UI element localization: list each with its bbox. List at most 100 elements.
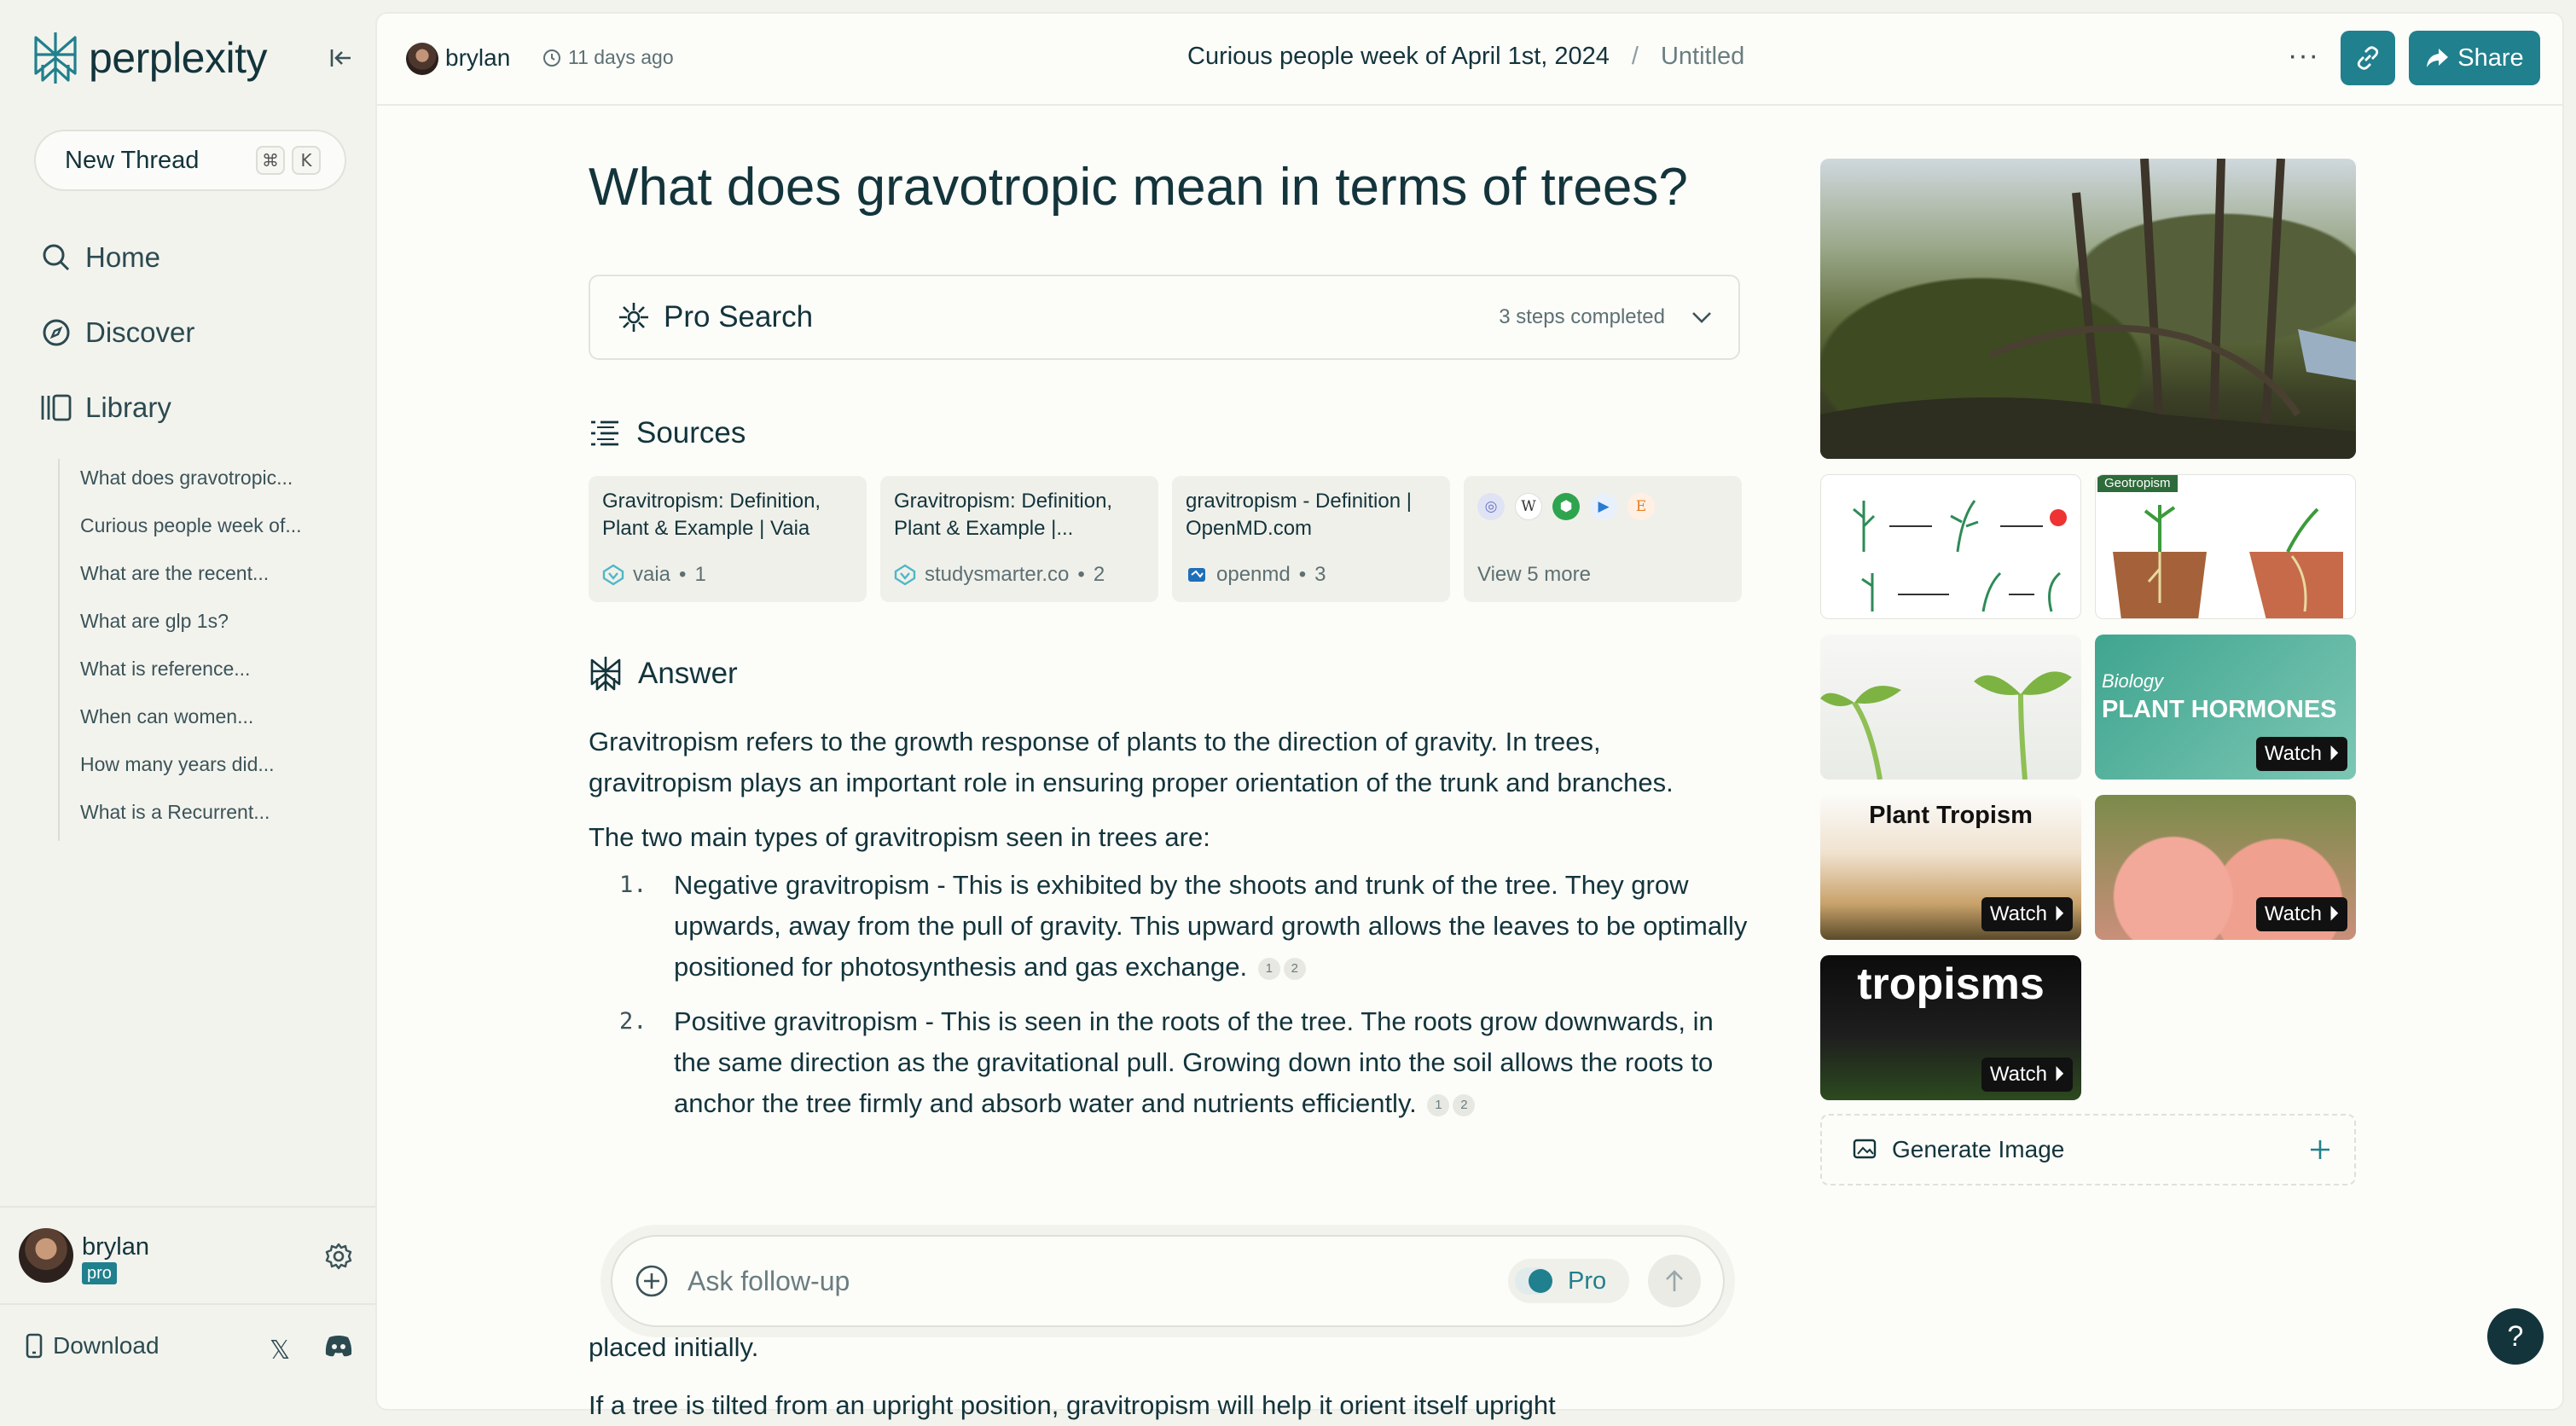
- library-thread-item[interactable]: What are glp 1s?: [80, 602, 302, 650]
- source-title: Gravitropism: Definition, Plant & Exampl…: [602, 490, 821, 540]
- source-card[interactable]: Gravitropism: Definition, Plant & Exampl…: [589, 476, 867, 602]
- seedling-image: [1820, 671, 2072, 780]
- media-tile[interactable]: Plant Tropism Watch ⏵: [1820, 795, 2081, 940]
- source-site: openmd: [1216, 563, 1291, 586]
- play-circle-icon: ⏵: [2054, 1063, 2064, 1086]
- watch-label: Watch: [1989, 1063, 2047, 1086]
- globe-favicon-icon: ◎: [1477, 493, 1505, 520]
- tile-title: PLANT HORMONES: [2102, 696, 2337, 723]
- author-name[interactable]: brylan: [445, 44, 510, 72]
- collapse-icon: [330, 49, 351, 67]
- library-thread-item[interactable]: When can women...: [80, 698, 302, 745]
- answer-list-item: 1. Negative gravitropism - This is exhib…: [589, 865, 1749, 988]
- new-thread-label: New Thread: [65, 146, 200, 174]
- settings-gear-icon[interactable]: [324, 1242, 353, 1271]
- more-options-button[interactable]: ···: [2288, 39, 2319, 72]
- share-button[interactable]: Share: [2409, 31, 2540, 85]
- view-more-sources-card[interactable]: ◎ W ⬢ ▶ E View 5 more: [1464, 476, 1742, 602]
- pro-toggle[interactable]: Pro: [1508, 1259, 1629, 1303]
- user-name: brylan: [82, 1233, 149, 1261]
- pro-toggle-switch: [1515, 1267, 1552, 1295]
- answer-lead: The two main types of gravitropism seen …: [589, 822, 1210, 852]
- user-profile[interactable]: brylan pro: [0, 1206, 375, 1305]
- answer-heading-label: Answer: [638, 657, 738, 690]
- media-tile[interactable]: Biology PLANT HORMONES Watch ⏵: [2095, 635, 2356, 780]
- list-number: 2.: [619, 1008, 647, 1035]
- citation-badge[interactable]: 2: [1283, 958, 1306, 980]
- library-thread-item[interactable]: What is a Recurrent...: [80, 793, 302, 841]
- list-number: 1.: [619, 872, 647, 898]
- watch-label: Watch: [2264, 902, 2322, 925]
- link-icon: [2357, 46, 2379, 70]
- nav-home-label: Home: [85, 241, 161, 273]
- source-meta: openmd • 3: [1186, 563, 1326, 587]
- watch-button[interactable]: Watch ⏵: [1981, 897, 2073, 931]
- chevron-down-icon[interactable]: [1691, 310, 1713, 324]
- answer-perplexity-icon: [590, 657, 621, 691]
- pro-toggle-label: Pro: [1568, 1267, 1607, 1295]
- answer-partial-line: If a tree is tilted from an upright posi…: [589, 1390, 1556, 1420]
- library-thread-item[interactable]: What are the recent...: [80, 554, 302, 602]
- media-tile[interactable]: [1820, 474, 2081, 619]
- media-tile[interactable]: [1820, 635, 2081, 780]
- new-thread-button[interactable]: New Thread ⌘ K: [34, 130, 346, 191]
- followup-input[interactable]: Ask follow-up: [688, 1266, 1508, 1297]
- nav-library-label: Library: [85, 391, 171, 423]
- collapse-sidebar-button[interactable]: [324, 43, 358, 73]
- media-tile[interactable]: tropisms Watch ⏵: [1820, 955, 2081, 1100]
- logo[interactable]: perplexity: [31, 31, 268, 85]
- pro-search-title: Pro Search: [664, 300, 814, 333]
- search-icon: [39, 241, 73, 275]
- source-number: 3: [1314, 563, 1326, 586]
- citation-badge[interactable]: 2: [1453, 1094, 1476, 1116]
- source-site: studysmarter.co: [925, 563, 1070, 586]
- download-button[interactable]: Download: [26, 1332, 160, 1359]
- author-avatar[interactable]: [406, 43, 438, 75]
- collection-link[interactable]: Curious people week of April 1st, 2024: [1187, 43, 1610, 71]
- wikipedia-favicon-icon: W: [1515, 493, 1542, 520]
- watch-button[interactable]: Watch ⏵: [2255, 737, 2347, 771]
- citation-badge[interactable]: 1: [1257, 958, 1280, 980]
- watch-button[interactable]: Watch ⏵: [2255, 897, 2347, 931]
- thread-title[interactable]: Untitled: [1661, 43, 1744, 71]
- library-thread-item[interactable]: What is reference...: [80, 650, 302, 698]
- followup-input-box[interactable]: Ask follow-up Pro: [611, 1235, 1725, 1327]
- media-tile[interactable]: Watch ⏵: [2095, 795, 2356, 940]
- studysmarter-favicon-icon: [894, 564, 916, 586]
- source-dot: •: [1298, 563, 1307, 586]
- sidebar: perplexity New Thread ⌘ K Home Discover …: [0, 0, 375, 1399]
- library-icon: [39, 391, 73, 425]
- citation-badge[interactable]: 1: [1427, 1094, 1450, 1116]
- source-card[interactable]: Gravitropism: Definition, Plant & Exampl…: [880, 476, 1158, 602]
- source-site: vaia: [633, 563, 671, 586]
- answer-list-item: 2. Positive gravitropism - This is seen …: [589, 1001, 1749, 1124]
- answer-heading: Answer: [589, 655, 738, 693]
- phone-icon: [26, 1333, 43, 1359]
- generate-image-button[interactable]: Generate Image: [1820, 1114, 2356, 1185]
- pro-search-panel[interactable]: Pro Search 3 steps completed: [589, 275, 1740, 360]
- avatar[interactable]: [19, 1228, 73, 1283]
- attach-plus-icon[interactable]: [635, 1264, 669, 1298]
- x-twitter-icon[interactable]: 𝕏: [270, 1336, 290, 1365]
- library-thread-item[interactable]: How many years did...: [80, 745, 302, 793]
- nav-discover[interactable]: Discover: [39, 316, 194, 350]
- library-thread-item[interactable]: What does gravotropic...: [80, 459, 302, 507]
- shortcut-cmd-key: ⌘: [256, 146, 285, 175]
- answer-body: Gravitropism refers to the growth respon…: [589, 722, 1749, 1138]
- nav-home[interactable]: Home: [39, 241, 160, 275]
- copy-link-button[interactable]: [2341, 31, 2395, 85]
- watch-button[interactable]: Watch ⏵: [1981, 1058, 2073, 1092]
- geotropism-diagram: [2113, 505, 2343, 618]
- source-card[interactable]: gravitropism - Definition | OpenMD.com o…: [1172, 476, 1450, 602]
- media-tile[interactable]: Geotropism: [2095, 474, 2356, 619]
- youtube-favicon-icon: ▶: [1590, 493, 1617, 520]
- nav-library[interactable]: Library: [39, 391, 171, 425]
- more-source-favicons: ◎ W ⬢ ▶ E: [1477, 493, 1728, 520]
- help-button[interactable]: ?: [2487, 1308, 2544, 1365]
- thread-timestamp: 11 days ago: [542, 46, 674, 69]
- media-main-image[interactable]: [1820, 159, 2356, 459]
- thread-header: brylan 11 days ago Curious people week o…: [377, 14, 2562, 106]
- submit-button[interactable]: [1648, 1255, 1701, 1307]
- discord-icon[interactable]: [324, 1334, 353, 1358]
- library-thread-item[interactable]: Curious people week of...: [80, 507, 302, 554]
